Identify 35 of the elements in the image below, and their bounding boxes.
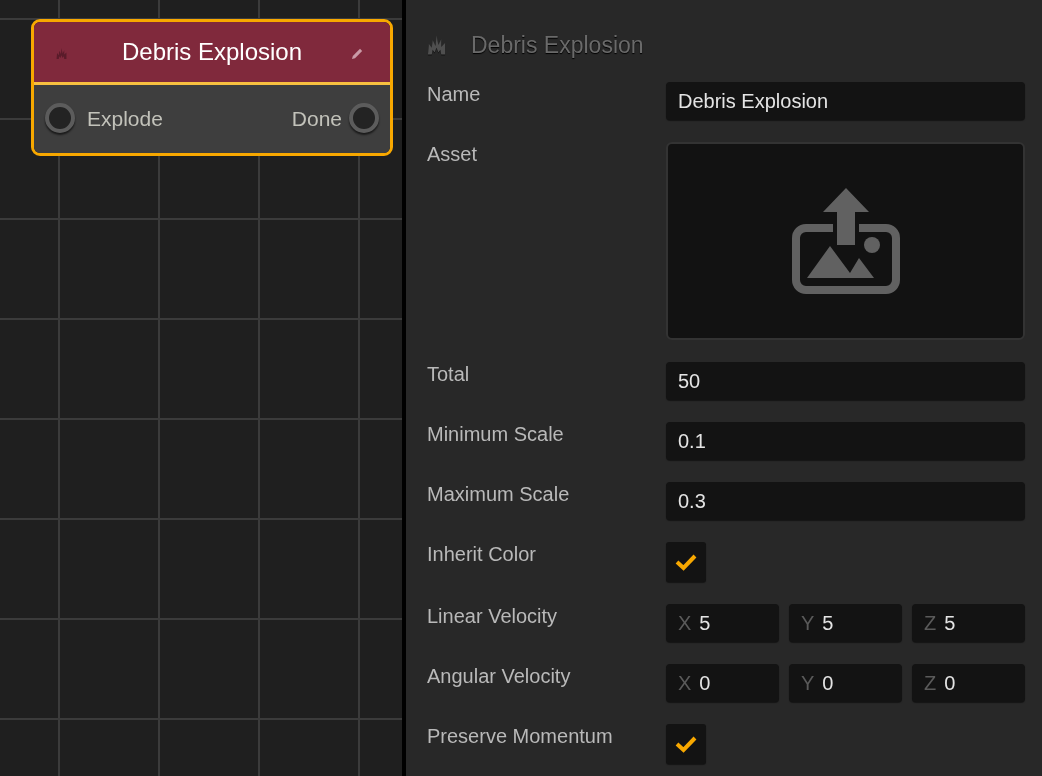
number-field[interactable]: Z 5 bbox=[912, 604, 1025, 642]
graph-node[interactable]: Debris Explosion Explode Done bbox=[31, 19, 393, 156]
text-field[interactable]: Debris Explosion bbox=[666, 82, 1025, 120]
port-label: Done bbox=[291, 107, 342, 129]
pencil-icon[interactable] bbox=[352, 48, 363, 59]
inspector-title: Debris Explosion bbox=[471, 30, 644, 60]
property-label: Preserve Momentum bbox=[427, 724, 614, 748]
number-field[interactable]: Y 5 bbox=[789, 604, 902, 642]
checkbox[interactable] bbox=[666, 542, 706, 582]
property-label: Linear Velocity bbox=[427, 604, 559, 628]
property-label: Minimum Scale bbox=[427, 422, 565, 446]
port-icon[interactable] bbox=[45, 103, 75, 133]
property-label: Name bbox=[427, 82, 482, 106]
port-icon[interactable] bbox=[349, 103, 379, 133]
number-field[interactable]: X 5 bbox=[666, 604, 779, 642]
port-label: Explode bbox=[87, 107, 163, 129]
number-field[interactable]: X 0 bbox=[666, 664, 779, 702]
property-label: Angular Velocity bbox=[427, 664, 572, 688]
property-label: Total bbox=[427, 362, 471, 386]
text-field[interactable]: 0.1 bbox=[666, 422, 1025, 460]
checkmark-icon bbox=[675, 553, 697, 571]
node-title: Debris Explosion bbox=[121, 40, 303, 64]
asset-drop-area[interactable] bbox=[666, 142, 1025, 340]
number-field[interactable]: Y 0 bbox=[789, 664, 902, 702]
image-upload-icon bbox=[791, 188, 900, 294]
text-field[interactable]: 50 bbox=[666, 362, 1025, 400]
property-label: Asset bbox=[427, 142, 479, 166]
flame-icon bbox=[56, 48, 67, 59]
property-label: Inherit Color bbox=[427, 542, 537, 566]
text-field[interactable]: 0.3 bbox=[666, 482, 1025, 520]
number-field[interactable]: Z 0 bbox=[912, 664, 1025, 702]
flame-icon bbox=[427, 35, 446, 55]
property-label: Maximum Scale bbox=[427, 482, 571, 506]
checkmark-icon bbox=[675, 735, 697, 753]
checkbox[interactable] bbox=[666, 724, 706, 764]
